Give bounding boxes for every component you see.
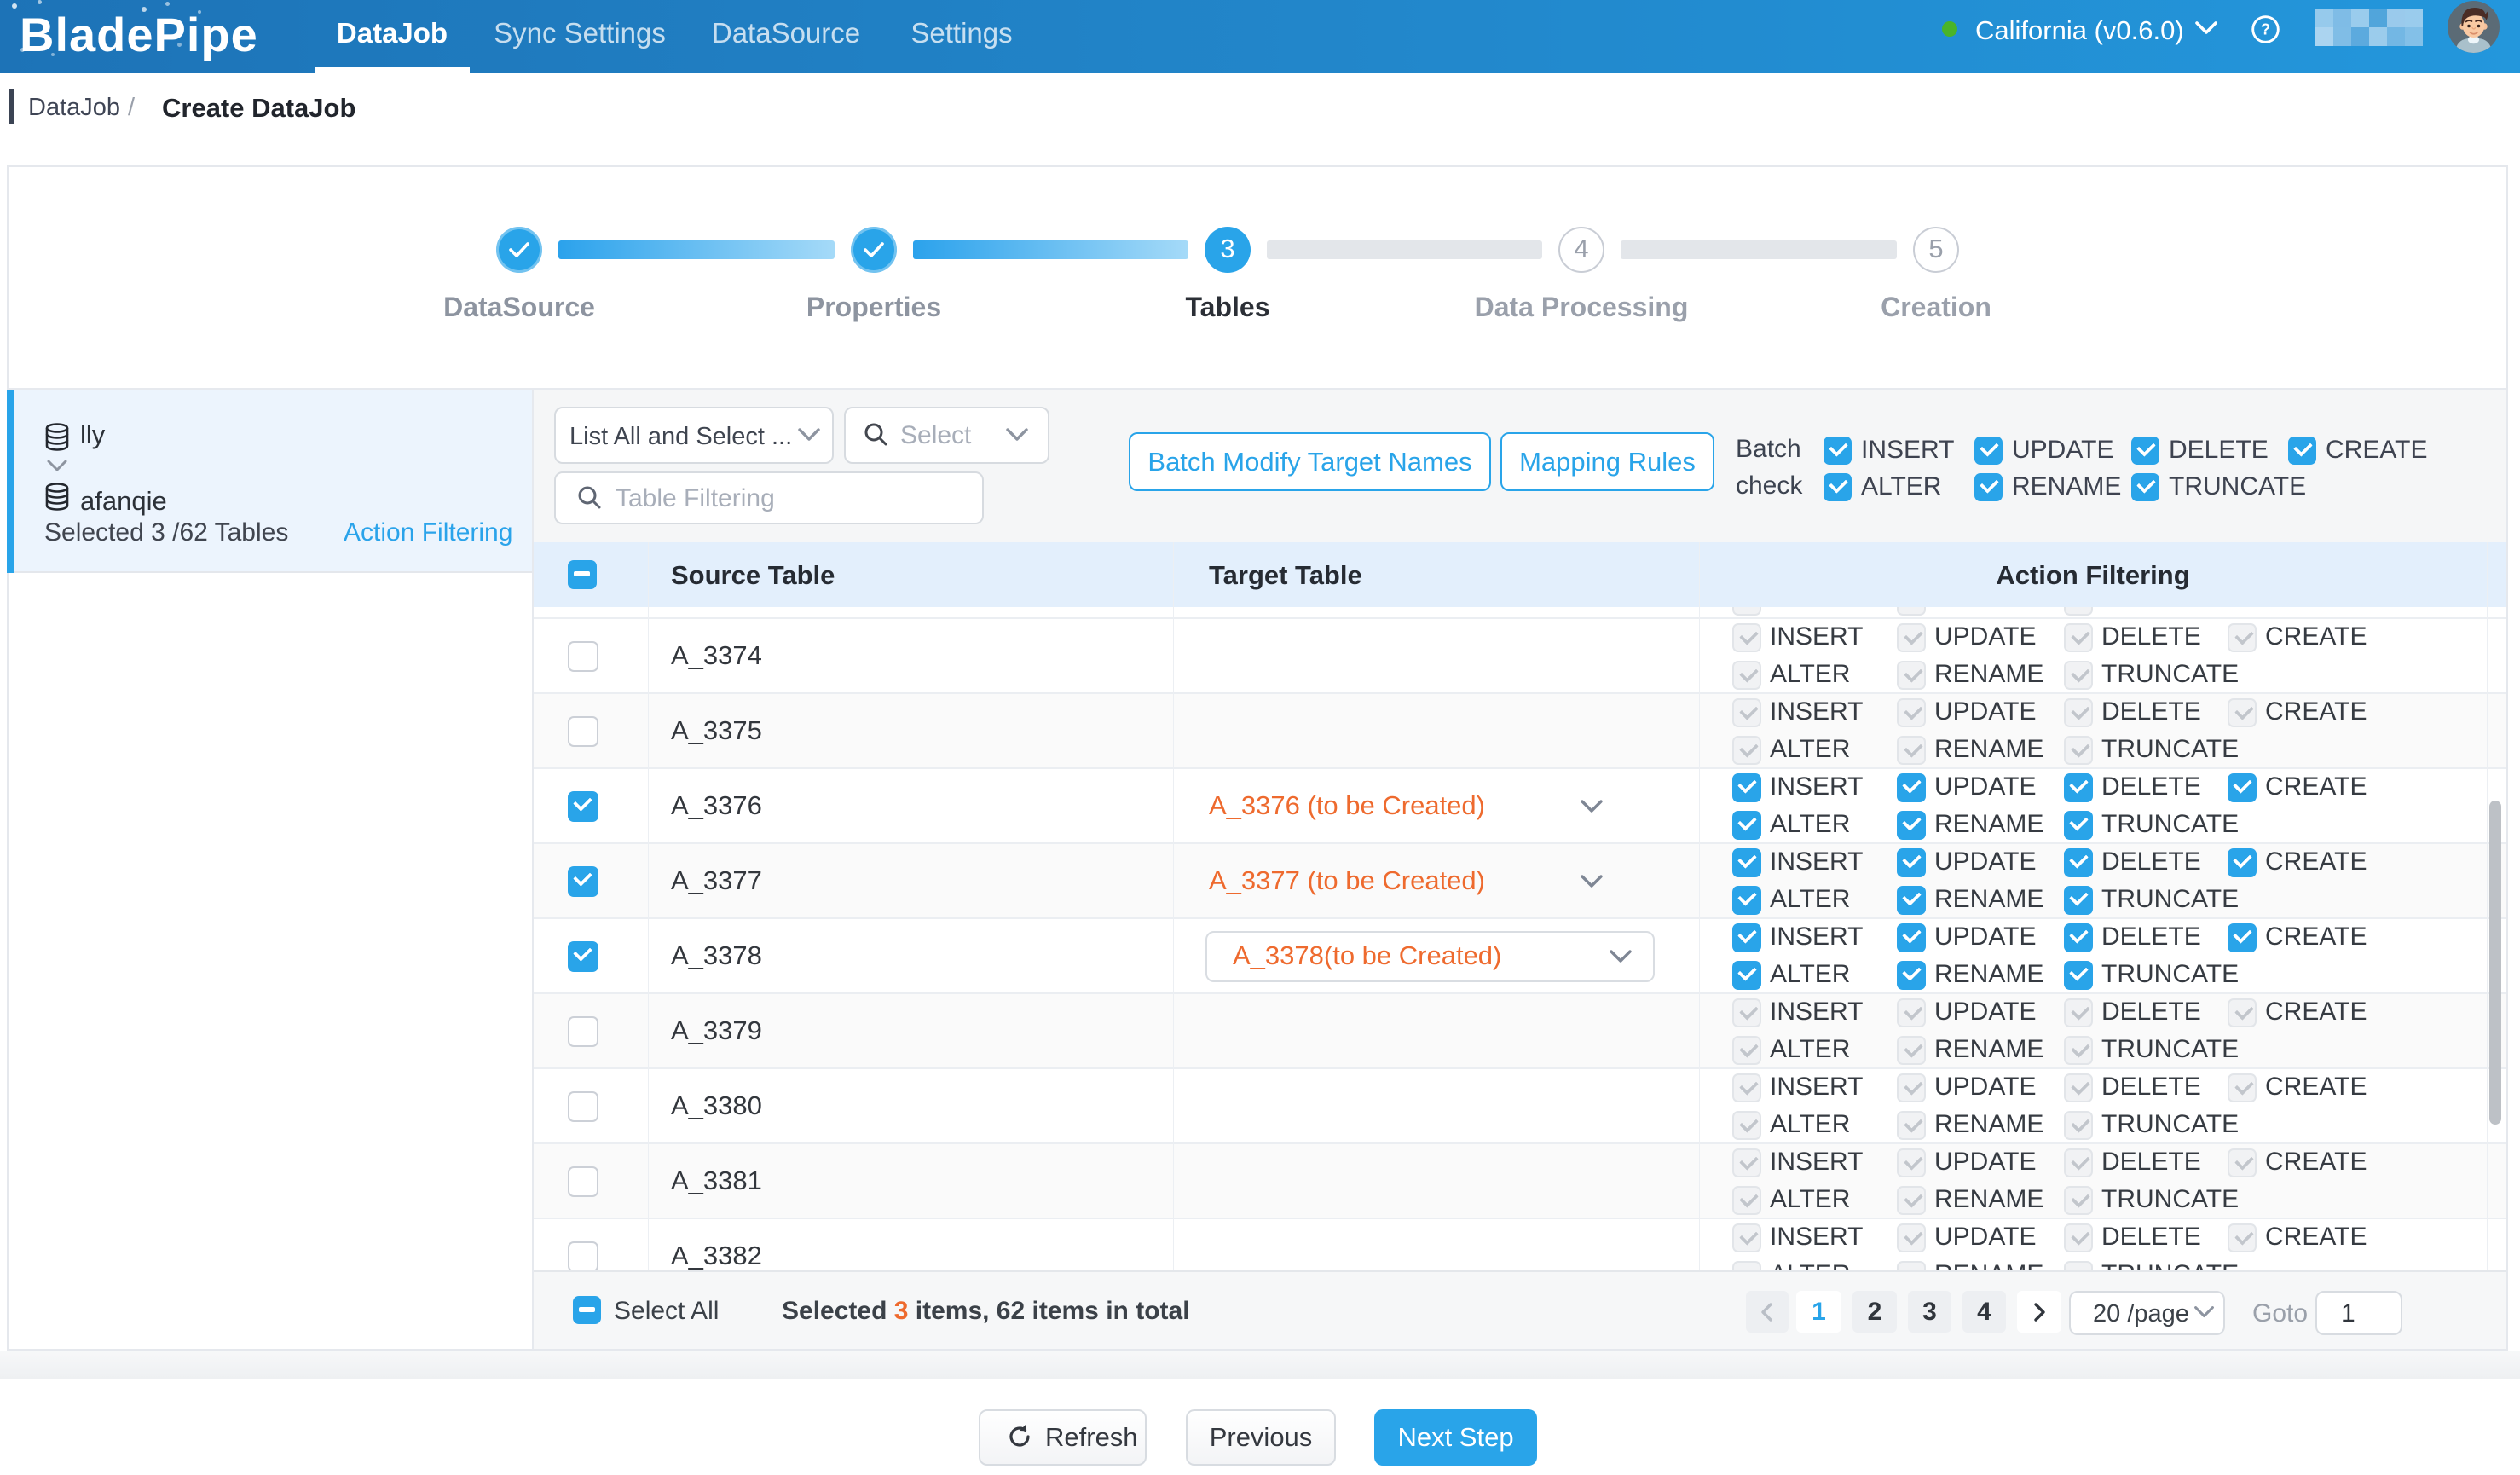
svg-text:?: ? — [2261, 21, 2270, 38]
